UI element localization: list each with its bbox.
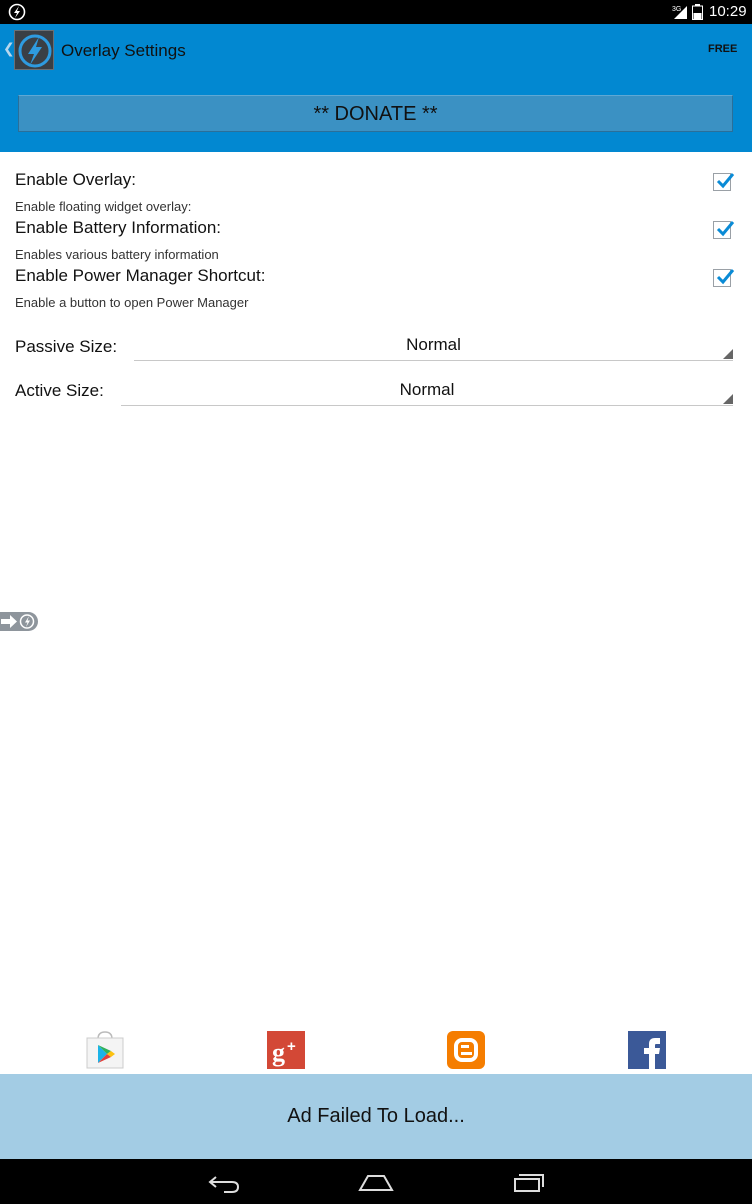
svg-text:+: +	[287, 1038, 296, 1055]
enable-battery-info-description: Enables various battery information	[15, 247, 219, 262]
blogger-icon[interactable]	[446, 1030, 486, 1070]
signal-3g-icon: 3G	[672, 6, 687, 19]
dropdown-triangle-icon	[723, 349, 733, 359]
google-plus-icon[interactable]: g +	[266, 1030, 306, 1070]
back-icon[interactable]	[206, 1168, 242, 1196]
enable-power-manager-checkbox[interactable]	[713, 269, 735, 287]
enable-battery-info-title: Enable Battery Information:	[15, 218, 222, 237]
enable-power-manager-title: Enable Power Manager Shortcut:	[15, 266, 266, 285]
navigation-bar	[0, 1159, 752, 1204]
free-badge: FREE	[708, 43, 738, 55]
enable-overlay-title: Enable Overlay:	[15, 170, 136, 189]
action-bar: ❮ Overlay Settings FREE ** DONATE **	[0, 24, 752, 152]
enable-overlay-checkbox[interactable]	[713, 173, 735, 191]
active-size-value: Normal	[399, 380, 455, 399]
back-chevron-icon[interactable]: ❮	[3, 40, 15, 57]
passive-size-label: Passive Size:	[15, 337, 118, 356]
play-store-icon[interactable]	[85, 1030, 125, 1070]
status-clock: 10:29	[709, 3, 747, 20]
enable-power-manager-description: Enable a button to open Power Manager	[15, 295, 249, 310]
battery-icon	[692, 4, 703, 20]
facebook-icon[interactable]	[627, 1030, 667, 1070]
floating-overlay-widget[interactable]	[0, 612, 38, 631]
dropdown-triangle-icon	[723, 394, 733, 404]
checkmark-icon	[716, 269, 735, 285]
checkmark-icon	[716, 221, 735, 237]
status-bar: 3G 10:29	[0, 0, 752, 24]
checkmark-icon	[716, 173, 735, 189]
passive-size-value: Normal	[406, 335, 461, 354]
recent-apps-icon[interactable]	[511, 1168, 547, 1196]
passive-size-spinner[interactable]: Normal	[134, 335, 733, 361]
page-title: Overlay Settings	[61, 41, 186, 60]
app-logo-icon[interactable]	[14, 30, 54, 70]
home-icon[interactable]	[358, 1168, 394, 1196]
active-size-spinner[interactable]: Normal	[121, 380, 733, 406]
arrow-lightning-icon	[1, 614, 35, 629]
enable-overlay-description: Enable floating widget overlay:	[15, 199, 192, 214]
svg-text:g: g	[272, 1038, 285, 1067]
donate-button[interactable]: ** DONATE **	[18, 95, 733, 132]
active-size-label: Active Size:	[15, 381, 104, 400]
enable-battery-info-checkbox[interactable]	[713, 221, 735, 239]
lightning-notification-icon	[8, 3, 26, 21]
svg-text:3G: 3G	[672, 6, 681, 13]
ad-banner[interactable]: Ad Failed To Load...	[0, 1074, 752, 1159]
